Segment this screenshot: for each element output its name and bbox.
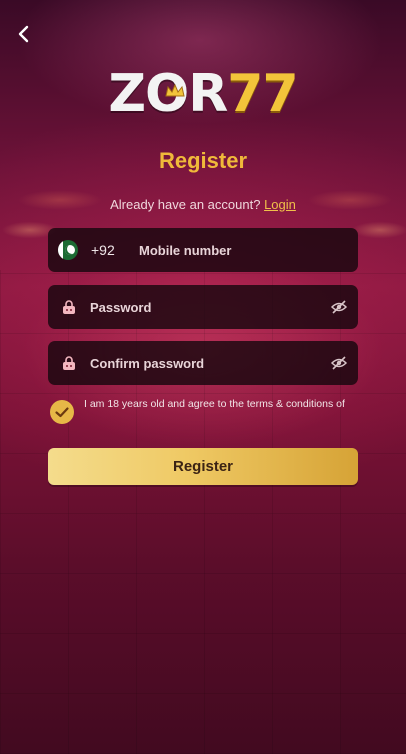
pakistan-flag-icon <box>58 240 78 260</box>
eye-off-icon[interactable] <box>330 298 348 316</box>
country-code[interactable]: +92 <box>91 242 139 258</box>
terms-text: I am 18 years old and agree to the terms… <box>84 398 345 410</box>
back-icon[interactable] <box>12 22 36 46</box>
crown-icon <box>165 84 185 97</box>
terms-checkbox[interactable] <box>50 400 74 424</box>
logo-number: 77 <box>227 64 298 124</box>
register-button[interactable]: Register <box>48 448 358 485</box>
password-placeholder: Password <box>90 299 152 315</box>
login-prompt: Already have an account? Login <box>0 197 406 212</box>
confirm-password-field[interactable]: Confirm password <box>48 341 358 385</box>
password-field[interactable]: Password <box>48 285 358 329</box>
terms-agreement: I am 18 years old and agree to the terms… <box>50 398 360 428</box>
eye-off-icon[interactable] <box>330 354 348 372</box>
page-title: Register <box>158 148 248 173</box>
lock-icon <box>63 356 75 370</box>
confirm-password-placeholder: Confirm password <box>90 355 205 371</box>
lock-icon <box>63 300 75 314</box>
brand-logo: ZOR77 <box>0 64 406 124</box>
checkmark-icon <box>55 407 69 418</box>
mobile-number-placeholder: Mobile number <box>139 242 232 258</box>
mobile-number-field[interactable]: +92 Mobile number <box>48 228 358 272</box>
login-prompt-text: Already have an account? <box>110 197 261 212</box>
login-link[interactable]: Login <box>264 197 296 212</box>
